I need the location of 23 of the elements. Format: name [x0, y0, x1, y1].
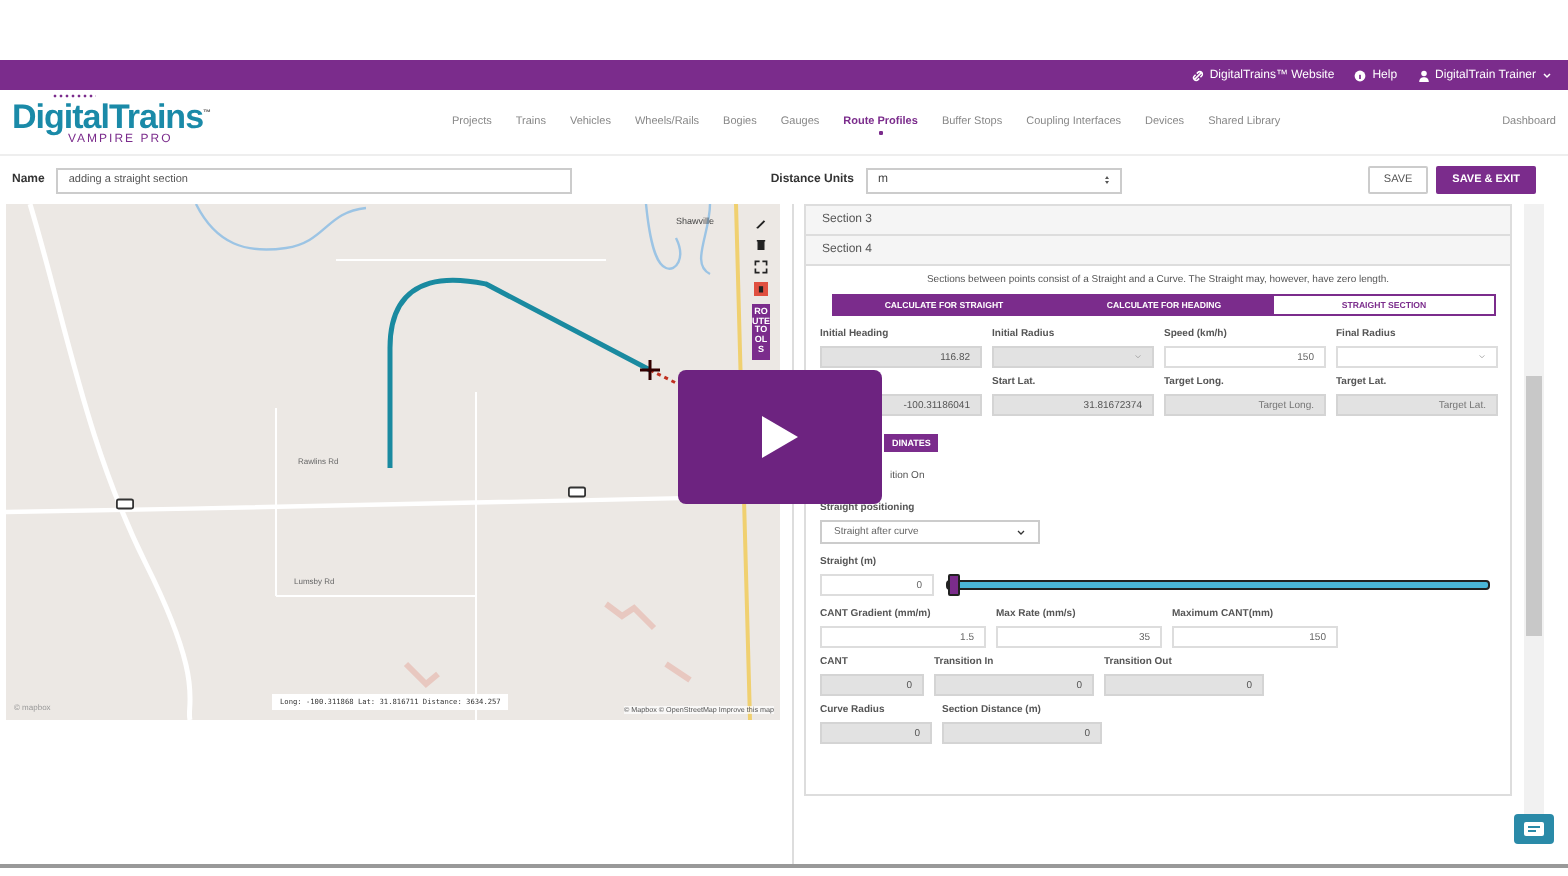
slider[interactable]: [946, 580, 1490, 590]
video-play-button[interactable]: [678, 370, 882, 504]
chat-icon: [1522, 819, 1546, 839]
delete-icon[interactable]: [754, 282, 768, 296]
play-icon: [762, 416, 798, 458]
link-icon: [1191, 69, 1204, 81]
expand-icon[interactable]: [754, 260, 768, 274]
chevron-icon: [1478, 354, 1486, 360]
pencil-icon[interactable]: [754, 216, 768, 230]
sort-arrows-icon: [1104, 174, 1111, 186]
chat-button[interactable]: [1514, 814, 1554, 844]
user-icon: [1417, 69, 1430, 81]
chevron-icon: [1016, 529, 1026, 535]
chevron-icon: [1134, 354, 1142, 360]
help-icon: [1354, 69, 1367, 81]
caret-icon: [1542, 70, 1552, 80]
road-shield-icon: [568, 486, 586, 498]
scrollbar[interactable]: [1524, 204, 1544, 816]
slider-thumb[interactable]: [948, 574, 960, 596]
map[interactable]: [6, 204, 780, 720]
road-shield-icon: [116, 498, 134, 510]
trash-icon[interactable]: [754, 238, 768, 252]
select-field[interactable]: [1336, 346, 1498, 368]
